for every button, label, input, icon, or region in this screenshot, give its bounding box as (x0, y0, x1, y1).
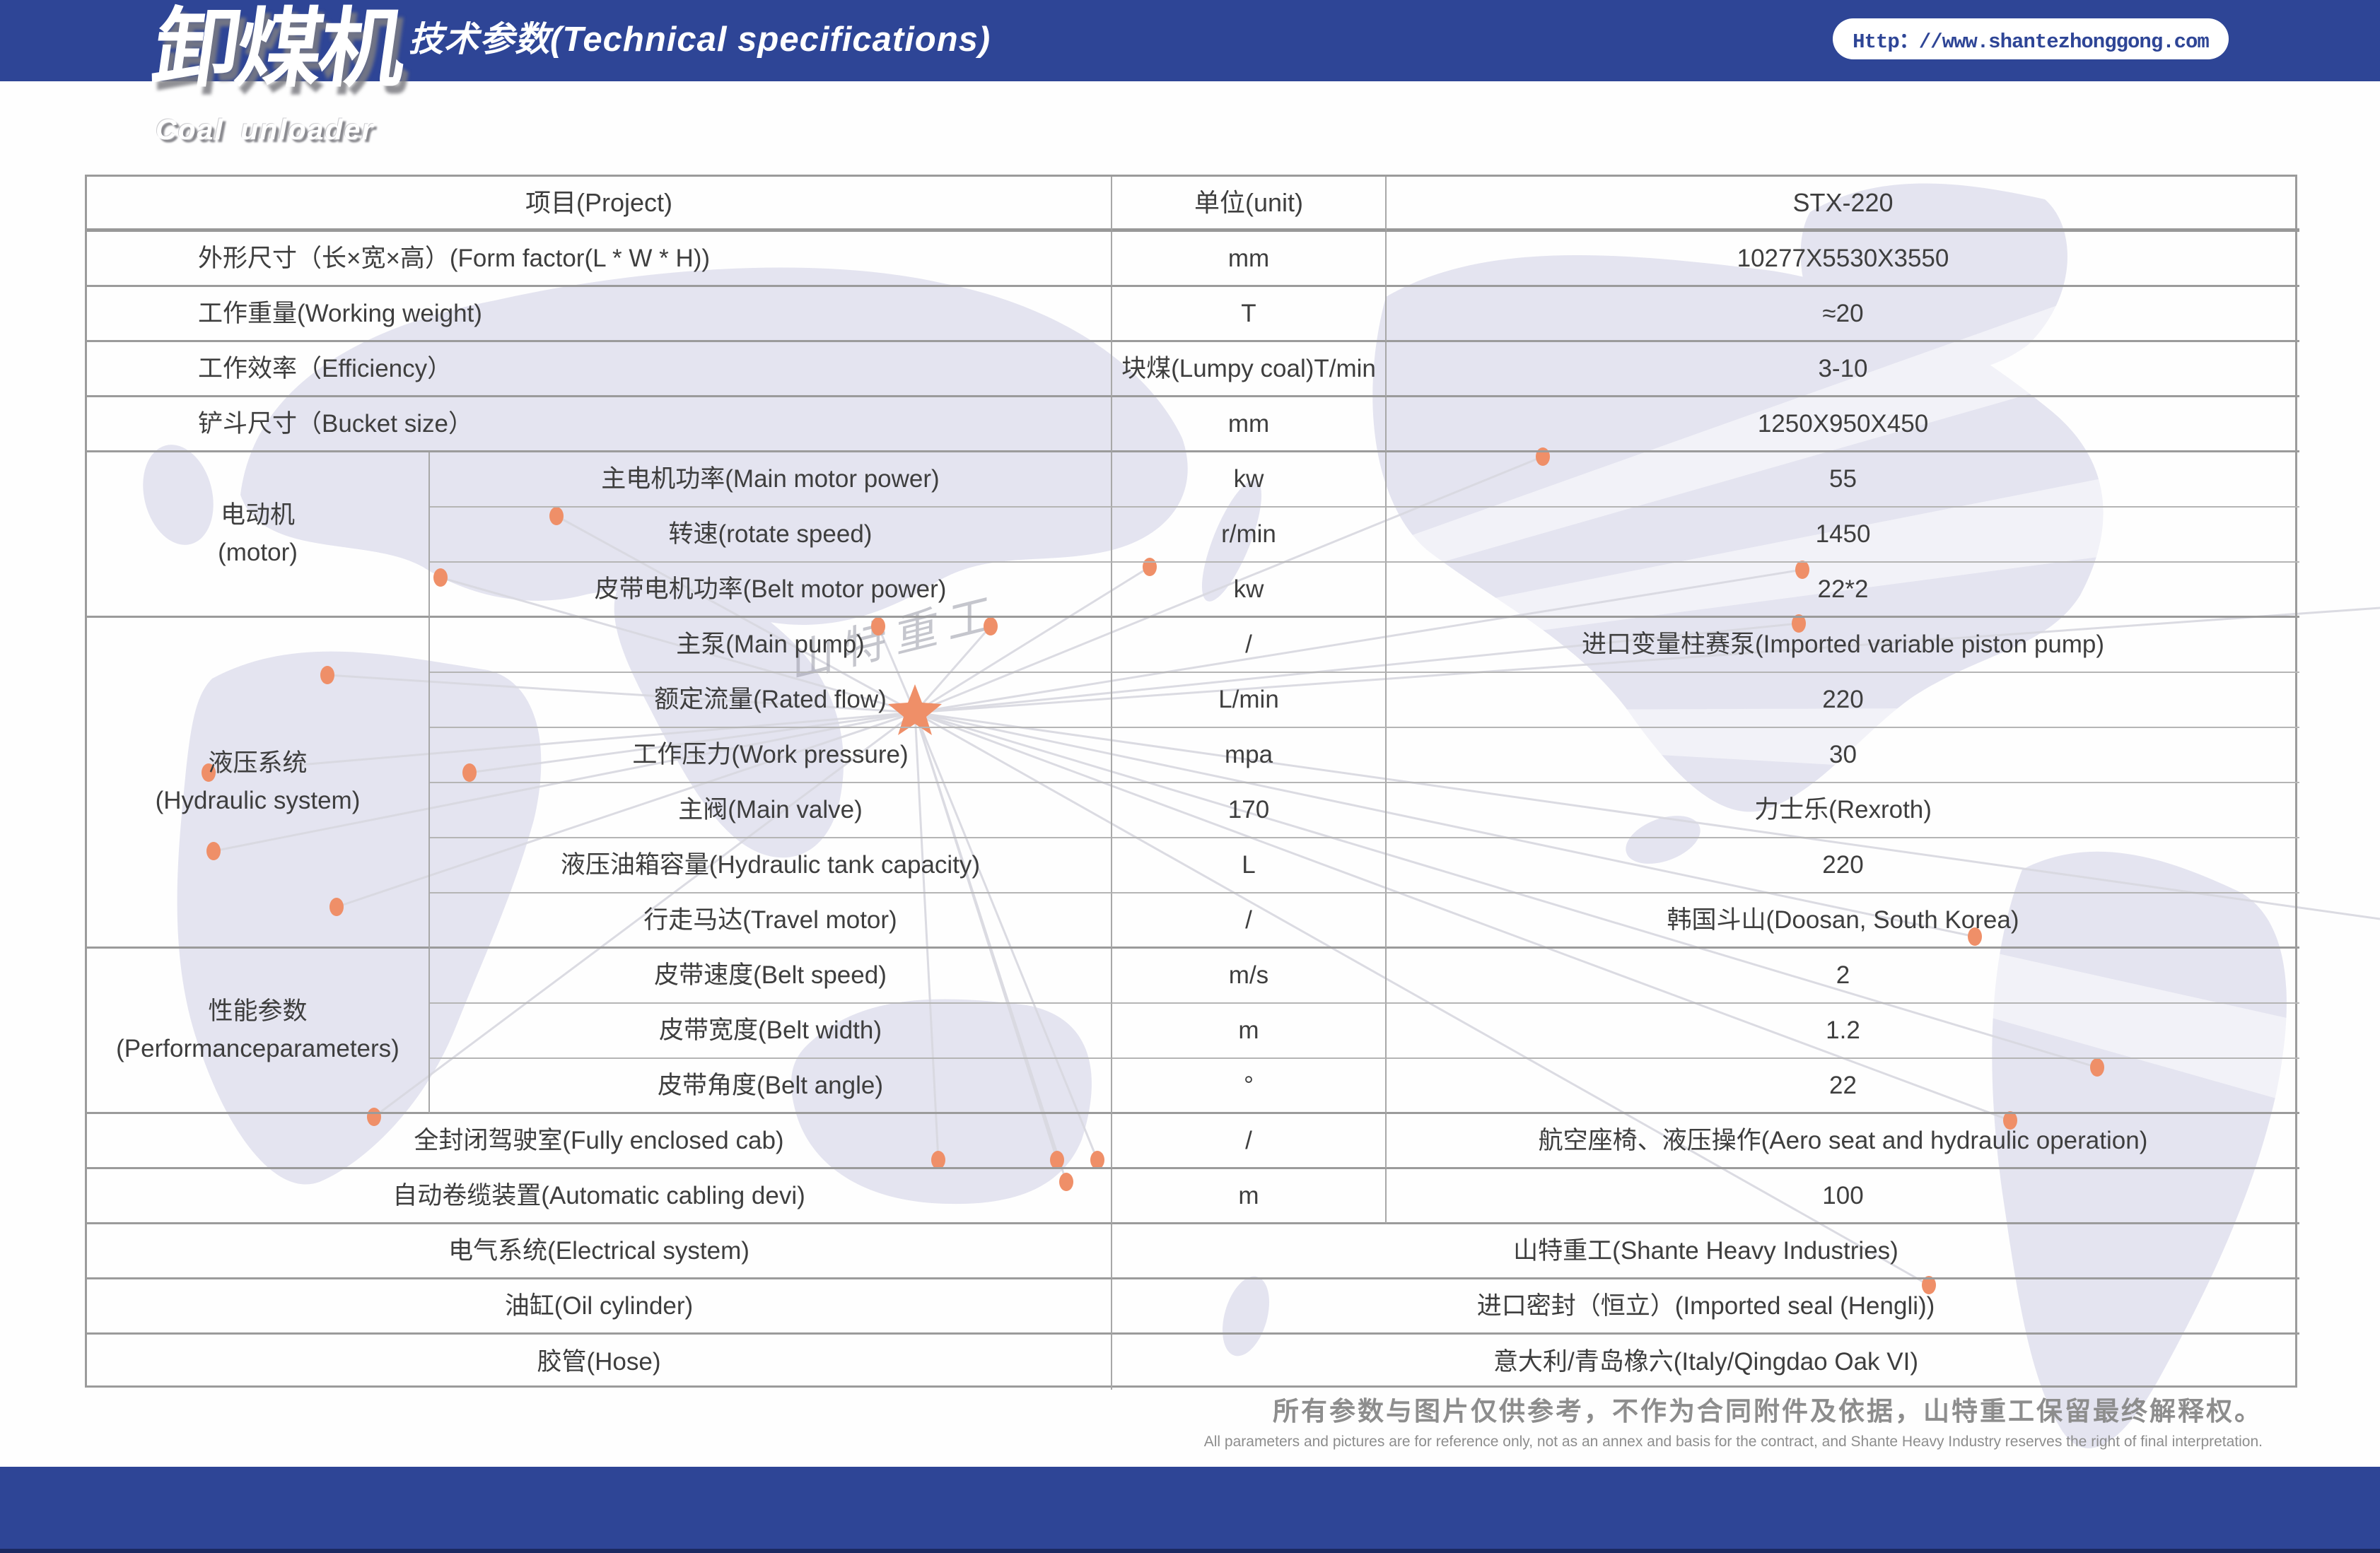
group-label-motor: 电动机(motor) (87, 452, 430, 618)
row-unit: r/min (1112, 508, 1387, 563)
row-unit: 块煤(Lumpy coal)T/min (1112, 342, 1387, 397)
row-value: 220 (1387, 673, 2299, 728)
row-label: 液压油箱容量(Hydraulic tank capacity) (430, 838, 1112, 893)
row-value: 100 (1387, 1169, 2299, 1224)
row-label: 电气系统(Electrical system) (87, 1224, 1112, 1279)
row-unit: / (1112, 893, 1387, 949)
logo-chinese: 卸煤机 (148, 6, 408, 92)
row-unit: ° (1112, 1059, 1387, 1114)
page-title: 技术参数(Technical specifications) (409, 0, 991, 81)
group-label-hydraulic: 液压系统(Hydraulic system) (87, 618, 430, 949)
row-unit: mm (1112, 397, 1387, 452)
group-label-performance: 性能参数(Performanceparameters) (87, 949, 430, 1114)
logo-english: Coal unloader (156, 113, 374, 146)
row-label: 铲斗尺寸（Bucket size） (87, 397, 1112, 452)
row-label: 外形尺寸（长×宽×高）(Form factor(L * W * H)) (87, 232, 1112, 287)
website-url: Http：//www.shantezhonggong.com (1853, 24, 2209, 54)
row-label: 行走马达(Travel motor) (430, 893, 1112, 949)
row-unit: / (1112, 1114, 1387, 1169)
row-value: 30 (1387, 728, 2299, 783)
row-value: 22*2 (1387, 563, 2299, 618)
row-value-merged: 意大利/青岛橡六(Italy/Qingdao Oak VI) (1112, 1335, 2299, 1390)
row-value: 1.2 (1387, 1004, 2299, 1059)
row-value: 10277X5530X3550 (1387, 232, 2299, 287)
row-label: 全封闭驾驶室(Fully enclosed cab) (87, 1114, 1112, 1169)
row-label: 油缸(Oil cylinder) (87, 1279, 1112, 1335)
website-pill[interactable]: Http：//www.shantezhonggong.com (1833, 18, 2229, 59)
row-value-merged: 进口密封（恒立）(Imported seal (Hengli)) (1112, 1279, 2299, 1335)
row-value: 220 (1387, 838, 2299, 893)
row-value: 1450 (1387, 508, 2299, 563)
row-label: 皮带宽度(Belt width) (430, 1004, 1112, 1059)
bottom-banner (0, 1467, 2380, 1553)
row-label: 工作压力(Work pressure) (430, 728, 1112, 783)
row-label: 皮带速度(Belt speed) (430, 949, 1112, 1004)
row-label: 胶管(Hose) (87, 1335, 1112, 1390)
spec-table: 项目(Project) 单位(unit) STX-220 外形尺寸（长×宽×高）… (85, 175, 2297, 1388)
row-value: 2 (1387, 949, 2299, 1004)
row-label: 工作效率（Efficiency） (87, 342, 1112, 397)
disclaimer-english: All parameters and pictures are for refe… (1204, 1434, 2263, 1451)
column-header-model: STX-220 (1387, 177, 2299, 232)
row-unit: kw (1112, 563, 1387, 618)
row-value: 进口变量柱赛泵(Imported variable piston pump) (1387, 618, 2299, 673)
column-header-unit: 单位(unit) (1112, 177, 1387, 232)
disclaimer-chinese: 所有参数与图片仅供参考，不作为合同附件及依据，山特重工保留最终解释权。 (1204, 1390, 2263, 1428)
row-label: 转速(rotate speed) (430, 508, 1112, 563)
row-label: 皮带角度(Belt angle) (430, 1059, 1112, 1114)
row-value: 22 (1387, 1059, 2299, 1114)
row-label: 工作重量(Working weight) (87, 287, 1112, 342)
row-value: 韩国斗山(Doosan, South Korea) (1387, 893, 2299, 949)
row-unit: / (1112, 618, 1387, 673)
row-unit: L (1112, 838, 1387, 893)
row-label: 自动卷缆装置(Automatic cabling devi) (87, 1169, 1112, 1224)
row-unit: m (1112, 1169, 1387, 1224)
row-unit: T (1112, 287, 1387, 342)
disclaimer: 所有参数与图片仅供参考，不作为合同附件及依据，山特重工保留最终解释权。 All … (1204, 1390, 2263, 1451)
row-label: 皮带电机功率(Belt motor power) (430, 563, 1112, 618)
row-value: 3-10 (1387, 342, 2299, 397)
row-unit: mm (1112, 232, 1387, 287)
row-unit: 170 (1112, 783, 1387, 838)
row-unit: m (1112, 1004, 1387, 1059)
row-value: 1250X950X450 (1387, 397, 2299, 452)
row-label: 额定流量(Rated flow) (430, 673, 1112, 728)
row-value: ≈20 (1387, 287, 2299, 342)
row-unit: L/min (1112, 673, 1387, 728)
row-label: 主电机功率(Main motor power) (430, 452, 1112, 508)
row-label: 主泵(Main pump) (430, 618, 1112, 673)
row-value-merged: 山特重工(Shante Heavy Industries) (1112, 1224, 2299, 1279)
row-unit: mpa (1112, 728, 1387, 783)
row-value: 55 (1387, 452, 2299, 508)
row-value: 航空座椅、液压操作(Aero seat and hydraulic operat… (1387, 1114, 2299, 1169)
row-label: 主阀(Main valve) (430, 783, 1112, 838)
bottom-edge-strip (0, 1549, 2380, 1553)
row-unit: m/s (1112, 949, 1387, 1004)
row-value: 力士乐(Rexroth) (1387, 783, 2299, 838)
row-unit: kw (1112, 452, 1387, 508)
column-header-project: 项目(Project) (87, 177, 1112, 232)
